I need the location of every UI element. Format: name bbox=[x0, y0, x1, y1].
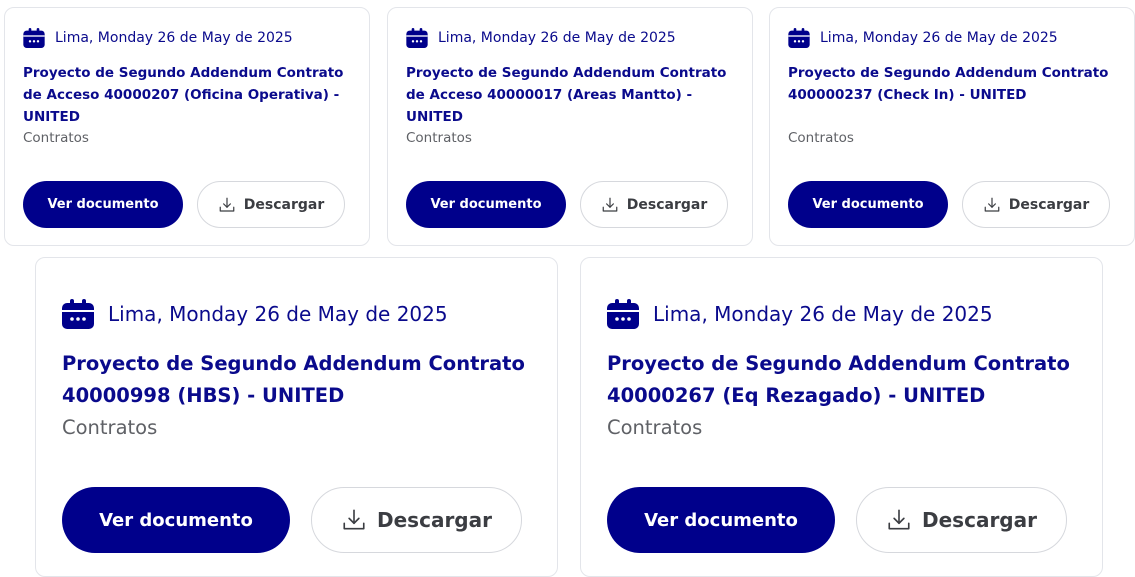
card-title: Proyecto de Segundo Addendum Contrato 40… bbox=[607, 352, 1070, 407]
download-label: Descargar bbox=[922, 508, 1037, 532]
calendar-icon bbox=[788, 28, 810, 48]
download-label: Descargar bbox=[626, 196, 708, 213]
card-category: Contratos bbox=[406, 130, 472, 146]
document-card: Lima, Monday 26 de May de 2025 Proyecto … bbox=[580, 257, 1103, 577]
download-icon bbox=[601, 196, 619, 214]
calendar-icon bbox=[406, 28, 428, 48]
card-title: Proyecto de Segundo Addendum Contrato 40… bbox=[62, 352, 525, 407]
calendar-icon bbox=[62, 299, 94, 329]
download-label: Descargar bbox=[377, 508, 492, 532]
card-actions: Ver documento Descargar bbox=[23, 181, 345, 228]
download-button[interactable]: Descargar bbox=[311, 487, 522, 553]
download-label: Descargar bbox=[243, 196, 325, 213]
document-card: Lima, Monday 26 de May de 2025 Proyecto … bbox=[387, 7, 753, 246]
card-date-row: Lima, Monday 26 de May de 2025 bbox=[788, 28, 1116, 48]
card-date-row: Lima, Monday 26 de May de 2025 bbox=[62, 298, 531, 330]
calendar-icon bbox=[23, 28, 45, 48]
card-date: Lima, Monday 26 de May de 2025 bbox=[438, 30, 676, 46]
card-date: Lima, Monday 26 de May de 2025 bbox=[820, 30, 1058, 46]
download-icon bbox=[886, 507, 912, 533]
download-icon bbox=[983, 196, 1001, 214]
card-actions: Ver documento Descargar bbox=[62, 487, 522, 553]
download-button[interactable]: Descargar bbox=[962, 181, 1110, 228]
download-button[interactable]: Descargar bbox=[197, 181, 345, 228]
view-document-button[interactable]: Ver documento bbox=[788, 181, 948, 228]
card-date-row: Lima, Monday 26 de May de 2025 bbox=[23, 28, 351, 48]
card-date-row: Lima, Monday 26 de May de 2025 bbox=[607, 298, 1076, 330]
card-category: Contratos bbox=[788, 130, 854, 146]
card-date: Lima, Monday 26 de May de 2025 bbox=[653, 302, 993, 326]
card-date-row: Lima, Monday 26 de May de 2025 bbox=[406, 28, 734, 48]
card-actions: Ver documento Descargar bbox=[607, 487, 1067, 553]
card-date: Lima, Monday 26 de May de 2025 bbox=[55, 30, 293, 46]
download-icon bbox=[218, 196, 236, 214]
calendar-icon bbox=[607, 299, 639, 329]
card-category: Contratos bbox=[607, 416, 703, 439]
view-document-button[interactable]: Ver documento bbox=[23, 181, 183, 228]
download-button[interactable]: Descargar bbox=[580, 181, 728, 228]
card-actions: Ver documento Descargar bbox=[788, 181, 1110, 228]
document-card: Lima, Monday 26 de May de 2025 Proyecto … bbox=[35, 257, 558, 577]
document-card: Lima, Monday 26 de May de 2025 Proyecto … bbox=[769, 7, 1135, 246]
card-title: Proyecto de Segundo Addendum Contrato de… bbox=[406, 65, 727, 125]
card-date: Lima, Monday 26 de May de 2025 bbox=[108, 302, 448, 326]
view-document-button[interactable]: Ver documento bbox=[406, 181, 566, 228]
download-label: Descargar bbox=[1008, 196, 1090, 213]
view-document-button[interactable]: Ver documento bbox=[62, 487, 290, 553]
card-title: Proyecto de Segundo Addendum Contrato de… bbox=[23, 65, 344, 125]
card-title: Proyecto de Segundo Addendum Contrato 40… bbox=[788, 65, 1109, 103]
card-category: Contratos bbox=[23, 130, 89, 146]
download-icon bbox=[341, 507, 367, 533]
card-actions: Ver documento Descargar bbox=[406, 181, 728, 228]
card-category: Contratos bbox=[62, 416, 158, 439]
view-document-button[interactable]: Ver documento bbox=[607, 487, 835, 553]
download-button[interactable]: Descargar bbox=[856, 487, 1067, 553]
document-card: Lima, Monday 26 de May de 2025 Proyecto … bbox=[4, 7, 370, 246]
